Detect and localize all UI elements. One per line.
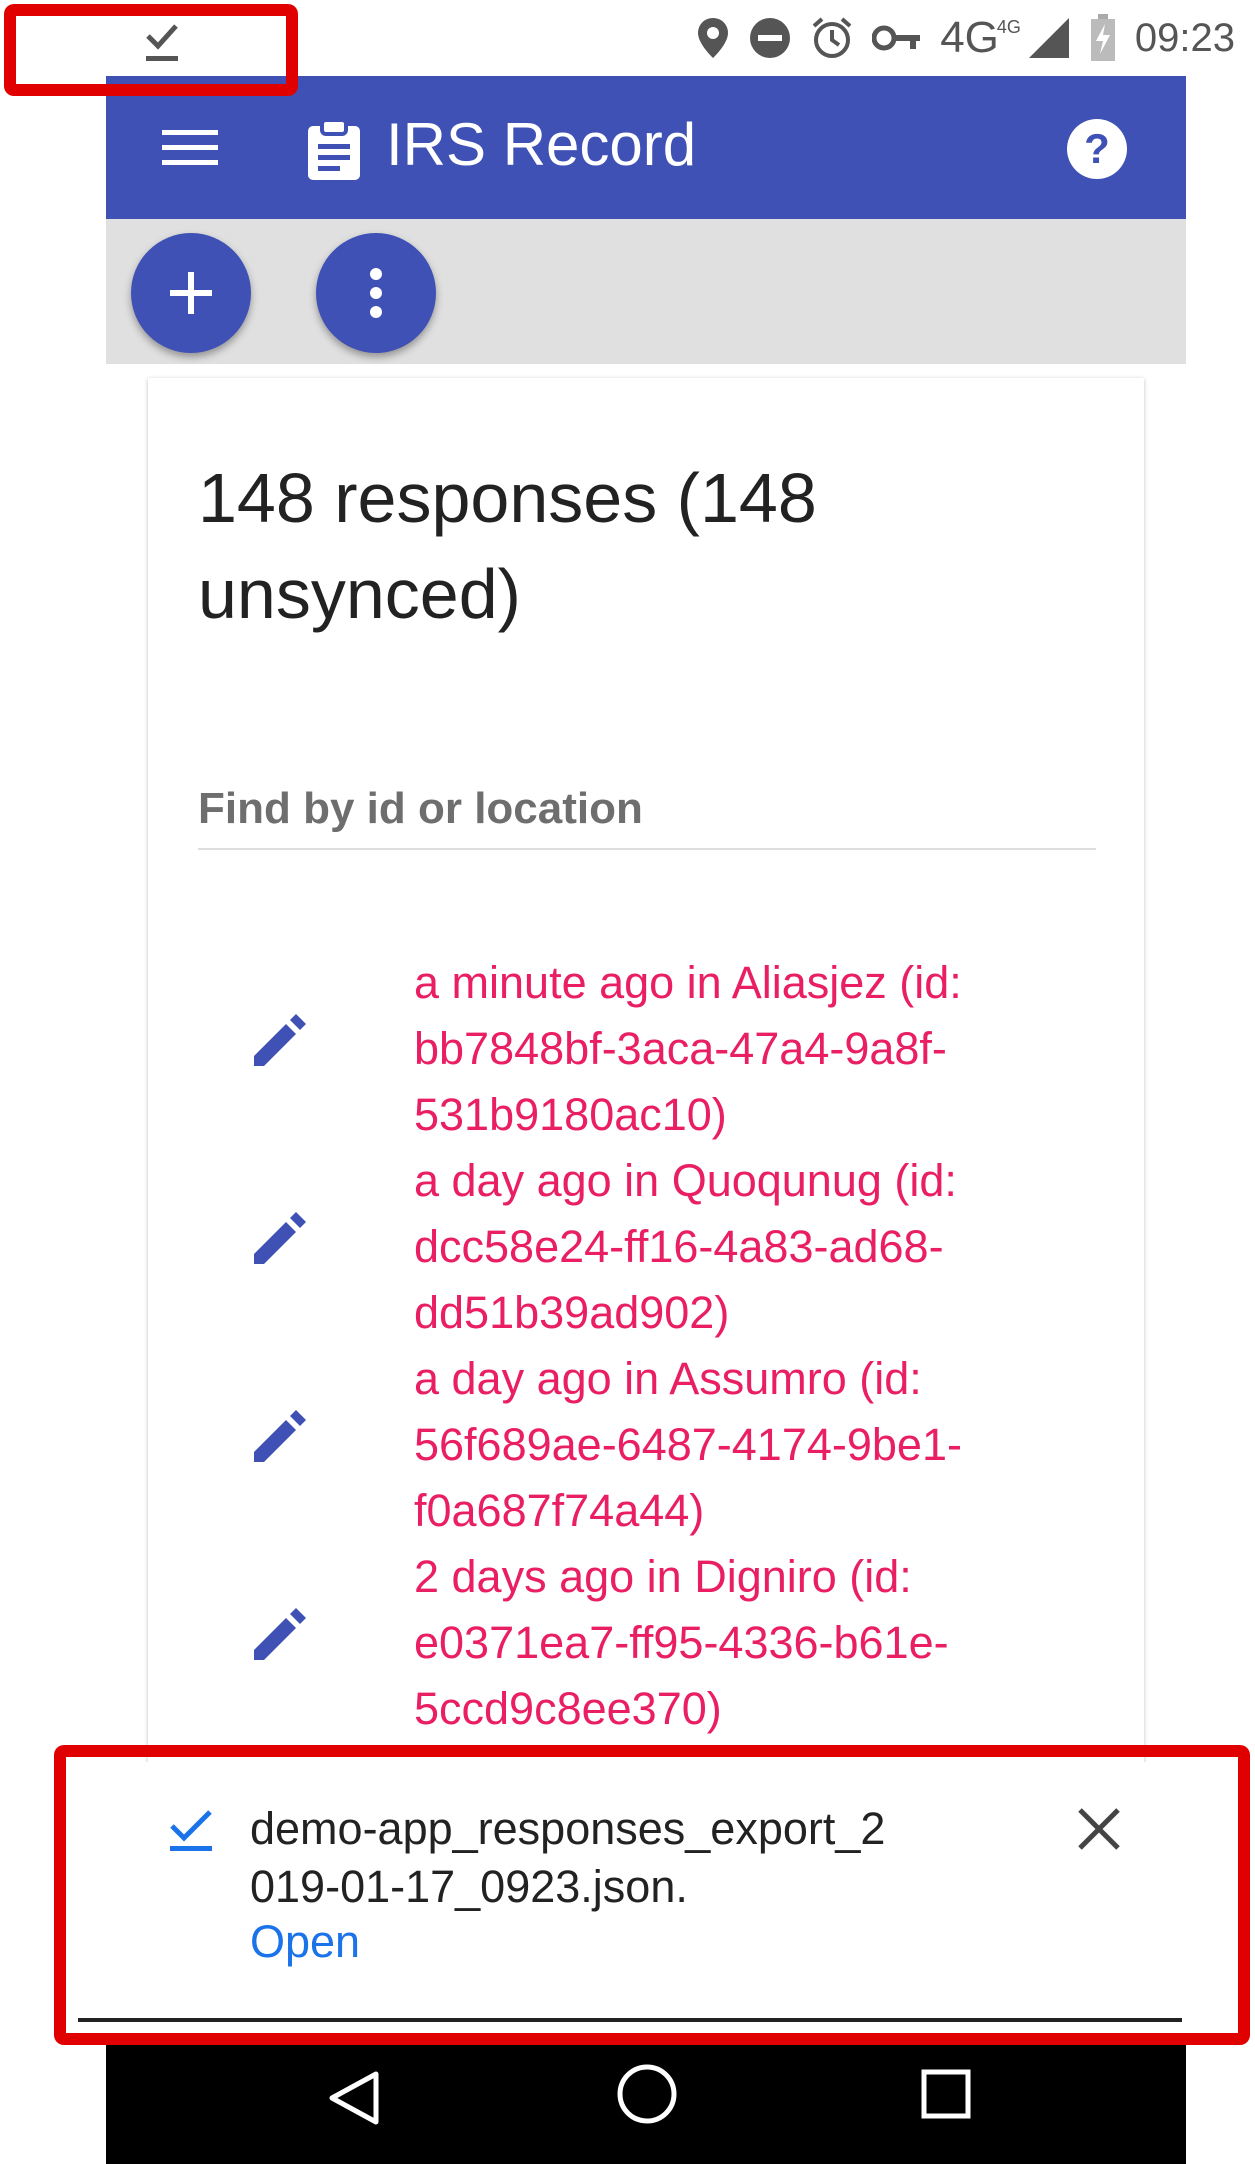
- location-icon: [698, 18, 729, 58]
- battery-charging-icon: [1090, 14, 1115, 61]
- app-title: IRS Record: [386, 111, 697, 178]
- highlight-box-status-icon: [4, 4, 298, 96]
- vpn-key-icon: [872, 25, 921, 51]
- back-icon[interactable]: [326, 2068, 382, 2128]
- response-item[interactable]: a day ago in Assumro (id: 56f689ae-6487-…: [198, 1346, 1098, 1544]
- response-item[interactable]: 2 days ago in Digniro (id: e0371ea7-ff95…: [198, 1544, 1098, 1742]
- recents-icon[interactable]: [920, 2068, 972, 2120]
- response-item[interactable]: a day ago in Quoqunug (id: dcc58e24-ff16…: [198, 1148, 1098, 1346]
- response-text[interactable]: a minute ago in Aliasjez (id: bb7848bf-3…: [414, 950, 1054, 1148]
- response-item[interactable]: a minute ago in Aliasjez (id: bb7848bf-3…: [198, 950, 1098, 1148]
- edit-icon[interactable]: [250, 1408, 308, 1466]
- plus-icon: [170, 272, 212, 314]
- status-time: 09:23: [1134, 15, 1235, 60]
- signal-icon: [1028, 18, 1069, 58]
- svg-text:?: ?: [1084, 125, 1110, 172]
- response-text[interactable]: 2 days ago in Digniro (id: e0371ea7-ff95…: [414, 1544, 1054, 1742]
- home-icon[interactable]: [616, 2063, 678, 2125]
- more-vertical-icon: [370, 268, 382, 318]
- toolbar: [106, 219, 1186, 364]
- add-response-button[interactable]: [131, 233, 251, 353]
- search-input[interactable]: [198, 770, 1096, 850]
- highlight-box-snackbar: [54, 1745, 1250, 2045]
- edit-icon[interactable]: [250, 1012, 308, 1070]
- do-not-disturb-icon: [750, 18, 791, 58]
- edit-icon[interactable]: [250, 1606, 308, 1664]
- network-type: 4G 4G: [940, 13, 1021, 62]
- clipboard-icon: [308, 118, 360, 180]
- status-icons: 4G 4G 09:23: [696, 8, 1235, 68]
- edit-icon[interactable]: [250, 1210, 308, 1268]
- responses-summary: 148 responses (148 unsynced): [198, 459, 817, 633]
- help-icon[interactable]: ?: [1066, 118, 1128, 180]
- response-text[interactable]: a day ago in Quoqunug (id: dcc58e24-ff16…: [414, 1148, 1054, 1346]
- response-text[interactable]: a day ago in Assumro (id: 56f689ae-6487-…: [414, 1346, 1054, 1544]
- more-options-button[interactable]: [316, 233, 436, 353]
- menu-icon[interactable]: [162, 128, 218, 168]
- alarm-icon: [812, 17, 852, 58]
